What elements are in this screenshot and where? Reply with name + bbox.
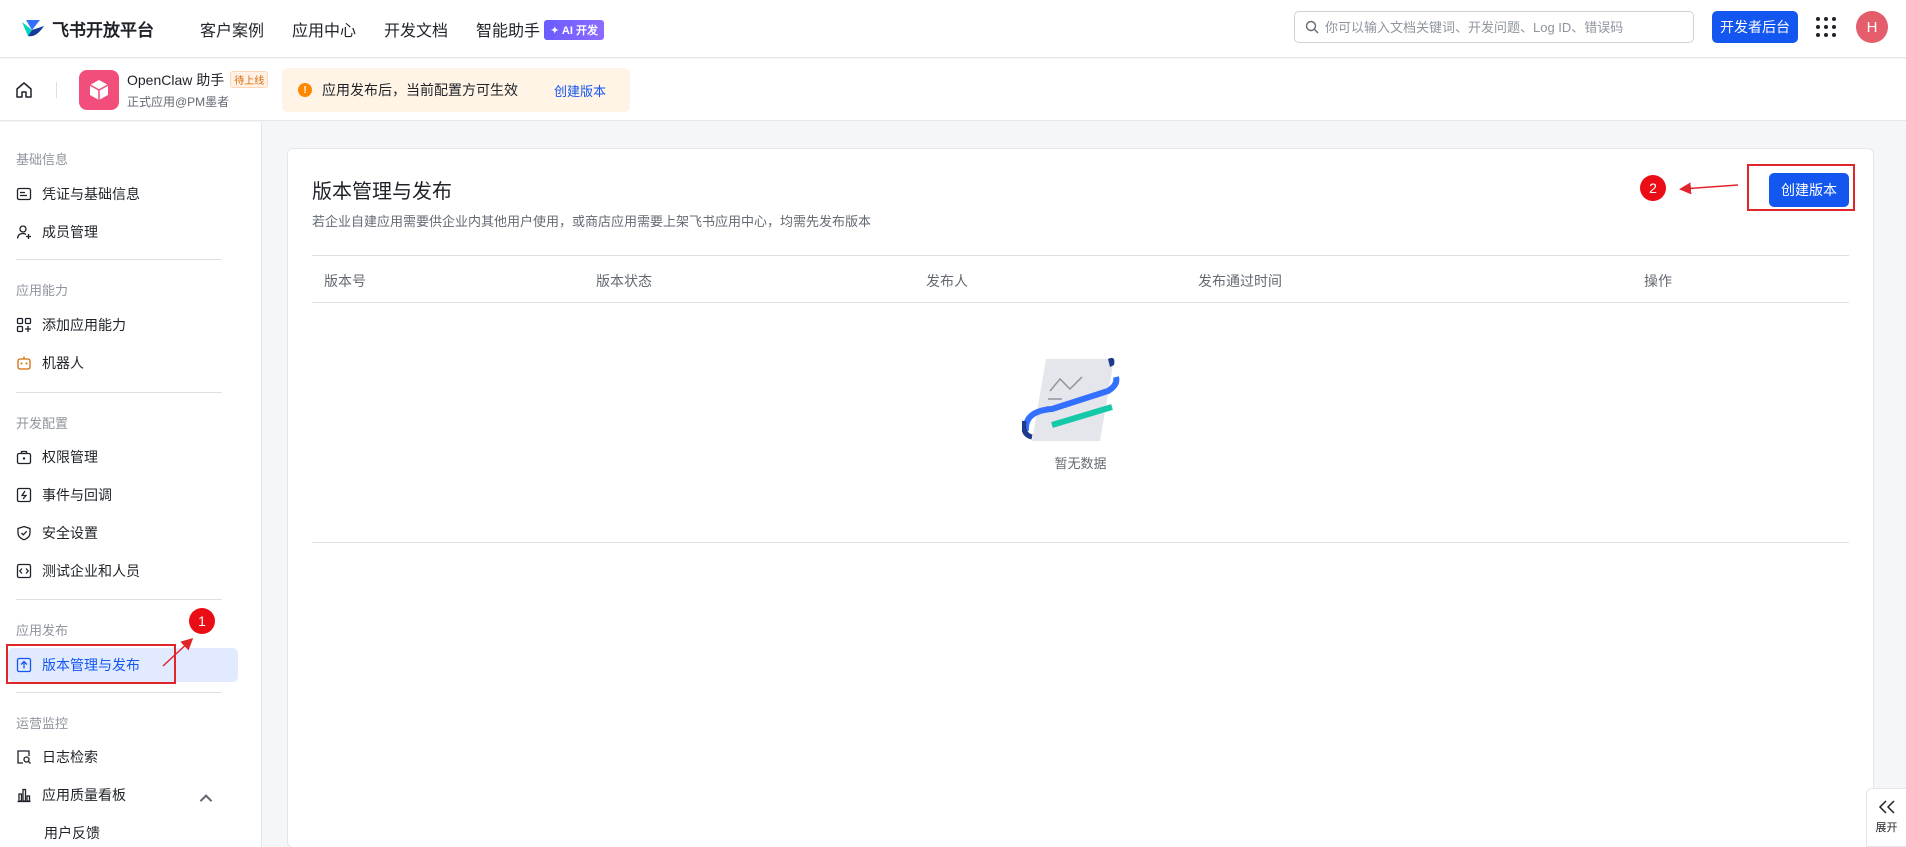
page-title: 版本管理与发布 — [312, 181, 452, 203]
publish-notice: ! 应用发布后，当前配置方可生效 创建版本 — [282, 68, 630, 112]
lock-bag-icon — [16, 450, 32, 465]
annotation-box-2 — [1747, 164, 1855, 211]
app-icon — [79, 69, 119, 110]
sidebar-item-permissions[interactable]: 权限管理 — [8, 440, 238, 474]
sidebar-item-add-capability[interactable]: 添加应用能力 — [8, 308, 238, 342]
annotation-number-1: 1 — [189, 608, 215, 634]
sidebar-item-security[interactable]: 安全设置 — [8, 516, 238, 550]
chevron-up-icon[interactable] — [198, 790, 214, 806]
warning-icon: ! — [298, 83, 312, 97]
nav-dev-docs[interactable]: 开发文档 — [384, 17, 448, 41]
nav-customer-cases[interactable]: 客户案例 — [200, 17, 264, 41]
divider — [16, 259, 222, 260]
table-header: 版本号 版本状态 发布人 发布通过时间 操作 — [312, 255, 1849, 303]
sidebar-item-label: 凭证与基础信息 — [42, 186, 140, 202]
divider — [16, 392, 222, 393]
sidebar-item-log-search[interactable]: 日志检索 — [8, 740, 238, 774]
sidebar-item-label: 安全设置 — [42, 525, 98, 541]
sidebar-item-events[interactable]: 事件与回调 — [8, 478, 238, 512]
group-app-capability: 应用能力 — [16, 283, 69, 298]
user-add-icon — [16, 225, 31, 239]
sidebar-item-label: 添加应用能力 — [42, 317, 126, 333]
nav-smart-assistant-label: 智能助手 — [476, 22, 541, 40]
cube-icon — [89, 79, 109, 100]
divider — [16, 599, 222, 600]
column-approved-time: 发布通过时间 — [1198, 273, 1282, 289]
expand-label: 展开 — [1875, 822, 1898, 834]
sidebar-item-label: 用户反馈 — [44, 825, 100, 841]
nav-smart-assistant[interactable]: 智能助手 ✦ AI 开发 — [476, 17, 604, 41]
code-icon — [16, 563, 32, 579]
app-status-badge: 待上线 — [230, 71, 269, 88]
expand-panel-button[interactable]: 展开 — [1866, 788, 1906, 847]
id-card-icon — [16, 187, 32, 201]
group-basic-info: 基础信息 — [16, 152, 69, 167]
apps-grid-icon[interactable] — [1816, 17, 1836, 37]
sidebar-item-credentials[interactable]: 凭证与基础信息 — [8, 177, 238, 211]
group-dev-config: 开发配置 — [16, 416, 69, 431]
empty-state: 暂无数据 — [312, 303, 1849, 543]
divider — [56, 81, 57, 98]
column-status: 版本状态 — [596, 273, 652, 289]
sidebar-item-members[interactable]: 成员管理 — [8, 215, 238, 249]
search-box[interactable] — [1294, 11, 1694, 43]
annotation-box-1 — [6, 644, 176, 684]
nav-app-center[interactable]: 应用中心 — [292, 17, 356, 41]
sidebar-item-label: 权限管理 — [42, 449, 98, 465]
ai-dev-badge: ✦ AI 开发 — [544, 19, 604, 40]
logo[interactable]: 飞书开放平台 — [20, 16, 200, 41]
top-nav: 客户案例 应用中心 开发文档 智能助手 ✦ AI 开发 — [200, 17, 632, 41]
search-input[interactable] — [1325, 19, 1685, 35]
notice-create-version-link[interactable]: 创建版本 — [554, 81, 606, 100]
column-publisher: 发布人 — [926, 273, 968, 289]
event-icon — [16, 487, 32, 503]
developer-console-button[interactable]: 开发者后台 — [1712, 11, 1798, 43]
sidebar-item-label: 成员管理 — [42, 224, 98, 240]
shield-icon — [17, 525, 31, 541]
sidebar-item-label: 事件与回调 — [42, 487, 112, 503]
robot-icon — [17, 356, 31, 370]
sidebar-item-label: 机器人 — [42, 355, 84, 371]
apps-add-icon — [16, 317, 32, 333]
divider — [16, 692, 222, 693]
sidebar-item-label: 日志检索 — [42, 749, 98, 765]
log-search-icon — [17, 750, 31, 764]
group-app-publish: 应用发布 — [16, 623, 69, 638]
app-meta: OpenClaw 助手 待上线 正式应用@PM墨者 — [127, 70, 269, 110]
sidebar-item-label: 测试企业和人员 — [42, 563, 140, 579]
bar-chart-icon — [17, 788, 31, 803]
version-management-card: 版本管理与发布 若企业自建应用需要供企业内其他用户使用，或商店应用需要上架飞书应… — [287, 148, 1874, 847]
logo-text: 飞书开放平台 — [52, 21, 154, 40]
double-chevron-left-icon — [1878, 800, 1895, 814]
empty-text: 暂无数据 — [1054, 456, 1107, 471]
app-name: OpenClaw 助手 — [127, 71, 225, 88]
column-actions: 操作 — [1644, 273, 1672, 289]
version-table: 版本号 版本状态 发布人 发布通过时间 操作 暂无数据 — [312, 255, 1849, 543]
top-header: 飞书开放平台 客户案例 应用中心 开发文档 智能助手✦ AI 开发 开发者后台 … — [0, 0, 1906, 58]
empty-document-icon — [1022, 357, 1120, 441]
sidebar-item-robot[interactable]: 机器人 — [8, 346, 238, 380]
annotation-number-2: 2 — [1640, 175, 1666, 201]
search-icon — [1305, 20, 1319, 34]
sidebar-item-user-feedback[interactable]: 用户反馈 — [8, 816, 238, 847]
app-subtitle: 正式应用@PM墨者 — [127, 94, 230, 109]
user-avatar[interactable]: H — [1856, 11, 1888, 43]
feishu-logo-icon — [22, 19, 44, 36]
sidebar-item-label: 应用质量看板 — [42, 787, 126, 803]
app-bar: OpenClaw 助手 待上线 正式应用@PM墨者 ! 应用发布后，当前配置方可… — [0, 59, 1906, 121]
page-description: 若企业自建应用需要供企业内其他用户使用，或商店应用需要上架飞书应用中心，均需先发… — [312, 214, 872, 229]
notice-text: 应用发布后，当前配置方可生效 — [322, 82, 518, 98]
column-version: 版本号 — [324, 273, 366, 289]
home-icon[interactable] — [14, 80, 34, 100]
sidebar-item-test-enterprise[interactable]: 测试企业和人员 — [8, 554, 238, 588]
group-ops-monitor: 运营监控 — [16, 716, 69, 731]
sidebar-item-quality-board[interactable]: 应用质量看板 — [8, 778, 238, 812]
sidebar: 基础信息 凭证与基础信息 成员管理 应用能力 添加应用能力 机器人 开发配置 权… — [0, 122, 262, 847]
